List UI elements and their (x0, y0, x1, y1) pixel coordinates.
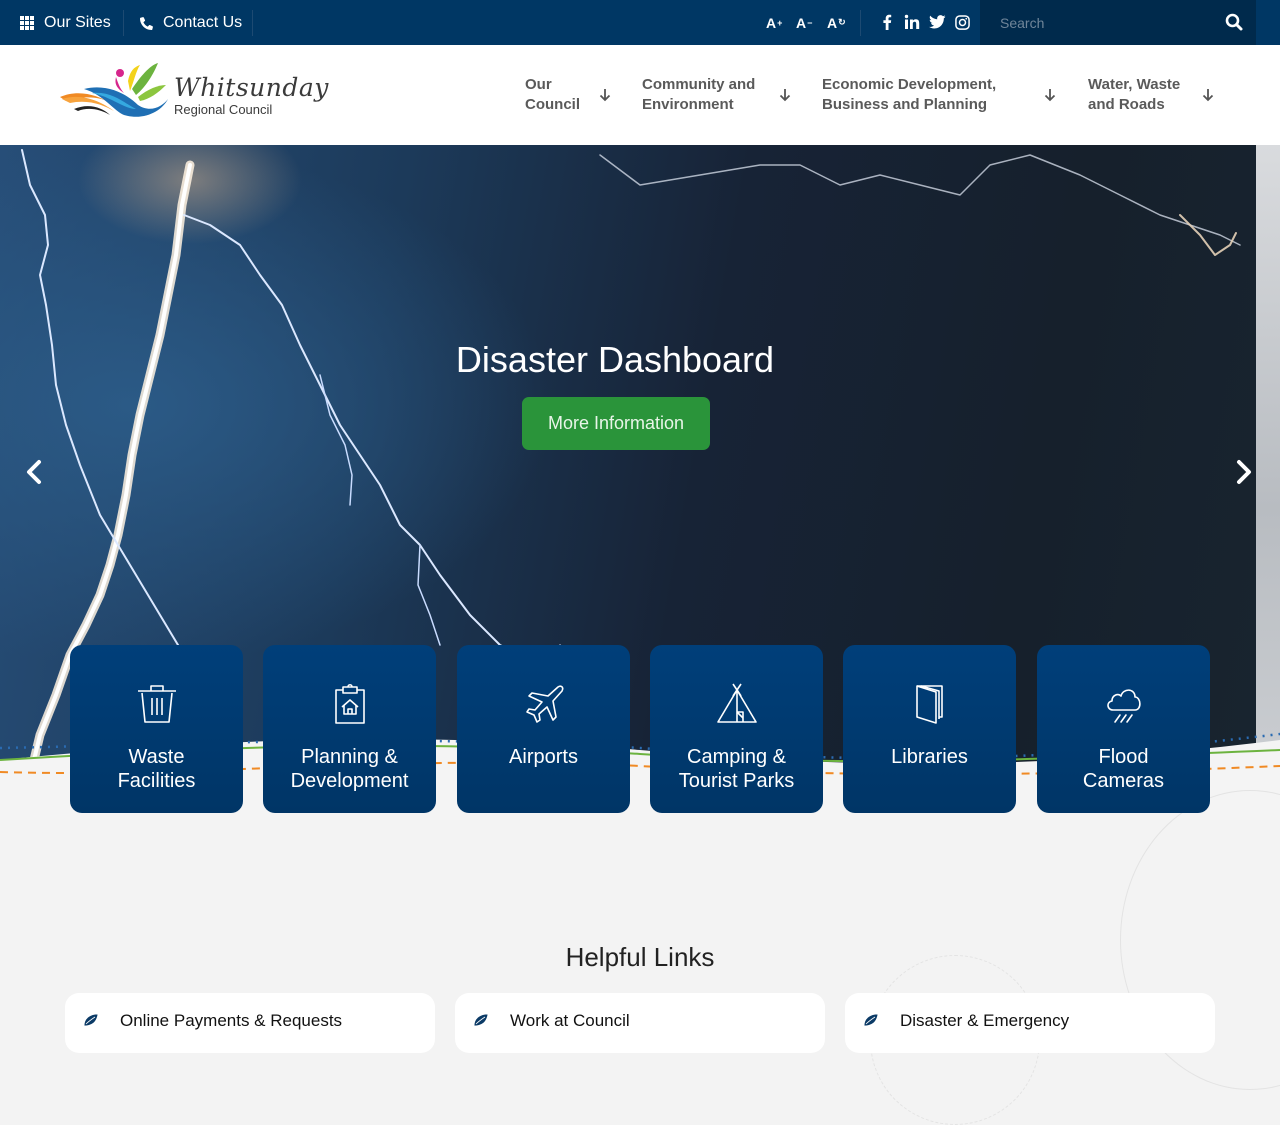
clipboard-house-icon (335, 683, 365, 724)
font-decrease-button[interactable]: A − (796, 0, 812, 45)
tile-label: Libraries (891, 746, 968, 768)
tile-label: Flood Cameras (1082, 746, 1165, 792)
tile-label: Airports (509, 746, 578, 768)
contact-us-link[interactable]: Contact Us (138, 0, 242, 45)
tile-waste-facilities[interactable]: Waste Facilities (70, 645, 243, 813)
hero-title: Disaster Dashboard (455, 339, 775, 380)
next-slide-preview (1256, 145, 1280, 750)
reset-icon: ↻ (838, 17, 846, 27)
trash-bin-icon (138, 685, 176, 723)
council-logo[interactable]: Whitsunday Regional Council (58, 59, 328, 129)
grid-icon (20, 15, 34, 30)
tile-camping-tourist-parks[interactable]: Camping & Tourist Parks (650, 645, 823, 813)
leaf-icon (863, 1013, 879, 1027)
nav-label: Economic Development, Business and Plann… (822, 76, 997, 113)
nav-label: Community and Environment (642, 76, 756, 113)
phone-icon (140, 16, 153, 30)
leaf-icon (473, 1013, 489, 1027)
nav-label: Our Council (525, 76, 580, 113)
arrow-down-icon (1202, 89, 1214, 102)
tile-label: Waste Facilities (117, 746, 196, 792)
link-work-at-council[interactable]: Work at Council (455, 993, 825, 1053)
link-label: Disaster & Emergency (900, 1011, 1070, 1030)
tile-planning-development[interactable]: Planning & Development (263, 645, 436, 813)
site-header: Whitsunday Regional Council Our Council … (0, 45, 1280, 145)
arrow-down-icon (779, 89, 791, 102)
book-icon (916, 685, 943, 724)
font-reset-button[interactable]: A ↻ (827, 0, 846, 45)
instagram-link[interactable] (953, 13, 971, 31)
tile-airports[interactable]: Airports (457, 645, 630, 813)
divider (123, 10, 124, 36)
facebook-link[interactable] (878, 13, 896, 31)
arrow-down-icon (1044, 89, 1056, 102)
nav-label: Water, Waste and Roads (1088, 76, 1181, 113)
search-input[interactable] (980, 0, 1210, 45)
logo-subtitle: Regional Council (174, 102, 273, 117)
rain-cloud-icon (1107, 689, 1141, 723)
divider (252, 10, 253, 36)
search-box (980, 0, 1256, 45)
helpful-links-title: Helpful Links (565, 942, 715, 972)
contact-us-label: Contact Us (163, 13, 243, 31)
font-increase-label: A (766, 14, 777, 31)
twitter-icon (928, 15, 946, 29)
linkedin-icon (904, 14, 920, 29)
tile-libraries[interactable]: Libraries (843, 645, 1016, 813)
font-decrease-label: A (796, 14, 807, 31)
tile-label: Camping & Tourist Parks (678, 746, 795, 792)
divider (860, 10, 861, 36)
link-disaster-emergency[interactable]: Disaster & Emergency (845, 993, 1215, 1053)
font-increase-button[interactable]: A + (766, 0, 782, 45)
tent-icon (717, 683, 757, 723)
nav-water-waste-roads[interactable]: Water, Waste and Roads (1088, 73, 1223, 117)
linkedin-link[interactable] (903, 13, 921, 31)
tile-label: Planning & Development (290, 746, 409, 792)
airplane-icon (526, 685, 564, 723)
twitter-link[interactable] (928, 13, 946, 31)
facebook-icon (883, 14, 892, 30)
chevron-right-icon[interactable] (1232, 457, 1256, 487)
arrow-down-icon (599, 89, 611, 102)
minus-icon: − (807, 17, 813, 28)
link-online-payments[interactable]: Online Payments & Requests (65, 993, 435, 1053)
plus-icon: + (777, 17, 783, 28)
chevron-left-icon[interactable] (22, 457, 46, 487)
link-label: Online Payments & Requests (120, 1011, 343, 1030)
our-sites-label: Our Sites (44, 13, 111, 31)
font-reset-label: A (827, 14, 838, 31)
link-label: Work at Council (510, 1011, 630, 1030)
instagram-icon (954, 14, 970, 30)
our-sites-link[interactable]: Our Sites (20, 0, 111, 45)
leaf-icon (83, 1013, 99, 1027)
top-bar: Our Sites Contact Us A + A − A ↻ (0, 0, 1280, 45)
logo-name: Whitsunday (174, 73, 329, 102)
search-icon[interactable] (1224, 12, 1244, 32)
more-information-button[interactable]: More Information (522, 397, 710, 450)
logo-swoosh-icon (60, 63, 168, 117)
tile-flood-cameras[interactable]: Flood Cameras (1037, 645, 1210, 813)
nav-economic-development[interactable]: Economic Development, Business and Plann… (822, 73, 1067, 117)
nav-our-council[interactable]: Our Council (525, 73, 620, 117)
nav-community-environment[interactable]: Community and Environment (642, 73, 802, 117)
